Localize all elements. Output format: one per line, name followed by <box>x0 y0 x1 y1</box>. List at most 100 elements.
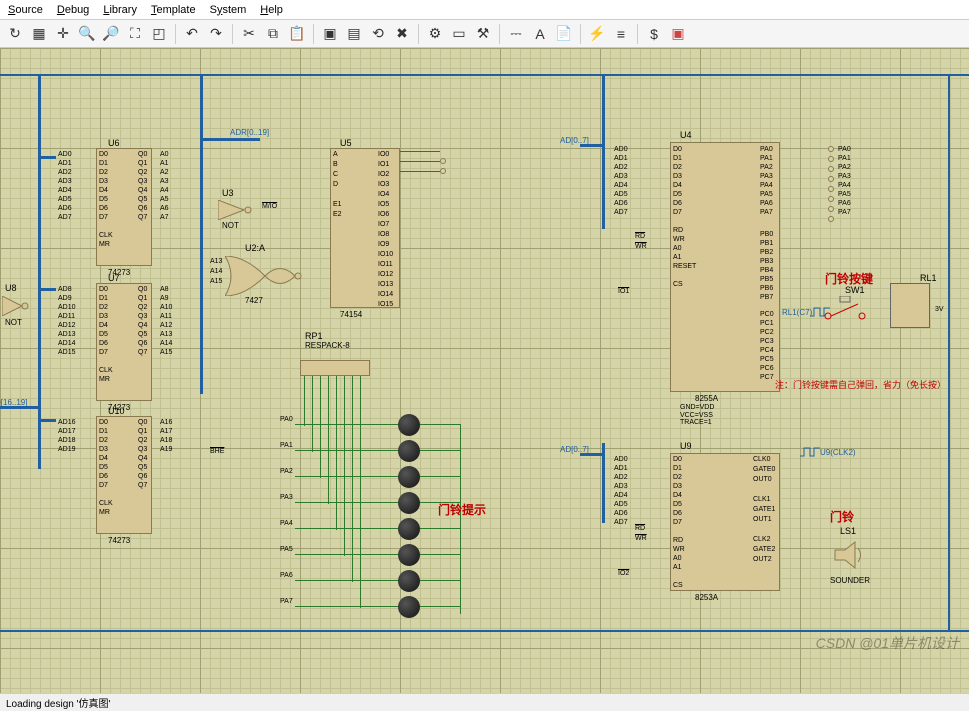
script-icon[interactable]: 📄 <box>553 23 575 45</box>
netlist-icon[interactable]: ≡ <box>610 23 632 45</box>
w-pa5 <box>295 554 398 555</box>
pin-label: PA0 <box>838 146 851 154</box>
t-pa0 <box>828 146 834 152</box>
erc-icon[interactable]: ⚡ <box>586 23 608 45</box>
pin-label: D4 <box>99 187 108 195</box>
zoom-fit-icon[interactable]: ⛶ <box>124 23 146 45</box>
menu-system[interactable]: System <box>210 4 247 16</box>
pin-label: CLK <box>99 500 113 508</box>
rv5 <box>344 376 345 556</box>
pin-label: AD5 <box>614 501 628 509</box>
pin-label: Q5 <box>138 331 147 339</box>
menu-source[interactable]: SSourceource <box>8 4 43 16</box>
pin-label: PB2 <box>760 249 773 257</box>
pin-label: Q0 <box>138 151 147 159</box>
pin-label: A13 <box>160 331 172 339</box>
schematic-canvas[interactable]: U6 74273 U7 74273 U10 74273 U8 NOT U3 NO… <box>0 48 969 693</box>
statusbar: Loading design '仿真图' <box>0 693 969 711</box>
pin-label: Q2 <box>138 437 147 445</box>
zoom-in-icon[interactable]: 🔍 <box>76 23 98 45</box>
copy-icon[interactable]: ⧉ <box>262 23 284 45</box>
wire-icon[interactable]: ⎓ <box>505 23 527 45</box>
block-rotate-icon[interactable]: ⟲ <box>367 23 389 45</box>
pin-label: PA5 <box>760 191 773 199</box>
redo-icon[interactable]: ↷ <box>205 23 227 45</box>
pin-label: PB3 <box>760 258 773 266</box>
pin-label: AD5 <box>614 191 628 199</box>
relay-rl1[interactable] <box>890 283 930 328</box>
block-copy-icon[interactable]: ▣ <box>319 23 341 45</box>
pulse-probe-1[interactable] <box>810 306 830 321</box>
u2a-label: U2:A <box>245 243 265 253</box>
pin-label: CLK1 <box>753 496 771 504</box>
grid-icon[interactable]: ▦ <box>28 23 50 45</box>
pin-label: D1 <box>673 155 682 163</box>
target-icon[interactable]: ✛ <box>52 23 74 45</box>
pin-label: AD2 <box>614 164 628 172</box>
pin-label: D7 <box>673 209 682 217</box>
u10-label: U10 <box>108 406 125 416</box>
refresh-icon[interactable]: ↻ <box>4 23 26 45</box>
pin-label: PA6 <box>760 200 773 208</box>
pin-label: CLK <box>99 232 113 240</box>
ares-icon[interactable]: ▣ <box>667 23 689 45</box>
pin-label: AD6 <box>614 200 628 208</box>
pin-label: AD5 <box>58 196 72 204</box>
pin-label: PA7 <box>760 209 773 217</box>
menu-help[interactable]: Help <box>260 4 283 16</box>
pin-label: D6 <box>99 473 108 481</box>
pin-label: AD0 <box>614 146 628 154</box>
pick-icon[interactable]: ⚙ <box>424 23 446 45</box>
menu-template[interactable]: Template <box>151 4 196 16</box>
pin-label: A17 <box>160 428 172 436</box>
pin-label: D6 <box>673 510 682 518</box>
u7-label: U7 <box>108 273 120 283</box>
pin-label: D2 <box>673 164 682 172</box>
io0w <box>400 151 440 152</box>
zoom-area-icon[interactable]: ◰ <box>148 23 170 45</box>
menu-library[interactable]: Library <box>103 4 137 16</box>
package-icon[interactable]: ▭ <box>448 23 470 45</box>
pin-label: A0 <box>160 151 169 159</box>
u2a-a13: A13 <box>210 258 222 266</box>
cut-icon[interactable]: ✂ <box>238 23 260 45</box>
sheet-border-bottom <box>0 630 969 632</box>
block-move-icon[interactable]: ▤ <box>343 23 365 45</box>
bus-left-tap1 <box>38 156 56 159</box>
pin-label: Q3 <box>138 313 147 321</box>
decompose-icon[interactable]: ⚒ <box>472 23 494 45</box>
lg6 <box>420 580 460 581</box>
text-icon[interactable]: A <box>529 23 551 45</box>
pin-label: Q7 <box>138 214 147 222</box>
gate-u2a[interactable] <box>225 256 305 299</box>
pin-label: Q1 <box>138 160 147 168</box>
sheet-border-top <box>0 74 969 76</box>
undo-icon[interactable]: ↶ <box>181 23 203 45</box>
pin-label: A3 <box>160 178 169 186</box>
paste-icon[interactable]: 📋 <box>286 23 308 45</box>
gate-u3-not[interactable] <box>218 200 258 223</box>
u9-label: U9 <box>680 441 692 451</box>
pin-label: CLK <box>99 367 113 375</box>
pulse-probe-2[interactable] <box>800 446 820 461</box>
t-pa1 <box>828 156 834 162</box>
bom-icon[interactable]: $ <box>643 23 665 45</box>
block-delete-icon[interactable]: ✖ <box>391 23 413 45</box>
pa4l: PA4 <box>280 520 293 528</box>
bus-mid <box>200 74 203 394</box>
rv0 <box>304 376 305 426</box>
chip-rp1[interactable] <box>300 360 370 376</box>
pin-label: AD18 <box>58 437 76 445</box>
zoom-out-icon[interactable]: 🔎 <box>100 23 122 45</box>
pin-label: PB7 <box>760 294 773 302</box>
u5-label: U5 <box>340 138 352 148</box>
gate-u8-not[interactable] <box>2 296 32 319</box>
led-pa5 <box>398 544 420 566</box>
pin-label: PA1 <box>760 155 773 163</box>
watermark: CSDN @01单片机设计 <box>816 633 959 653</box>
pin-label: IO9 <box>378 241 389 249</box>
rv4 <box>336 376 337 530</box>
u4-io1: IO1 <box>618 288 629 296</box>
menu-debug[interactable]: Debug <box>57 4 89 16</box>
sounder-ls1[interactable] <box>830 538 865 576</box>
